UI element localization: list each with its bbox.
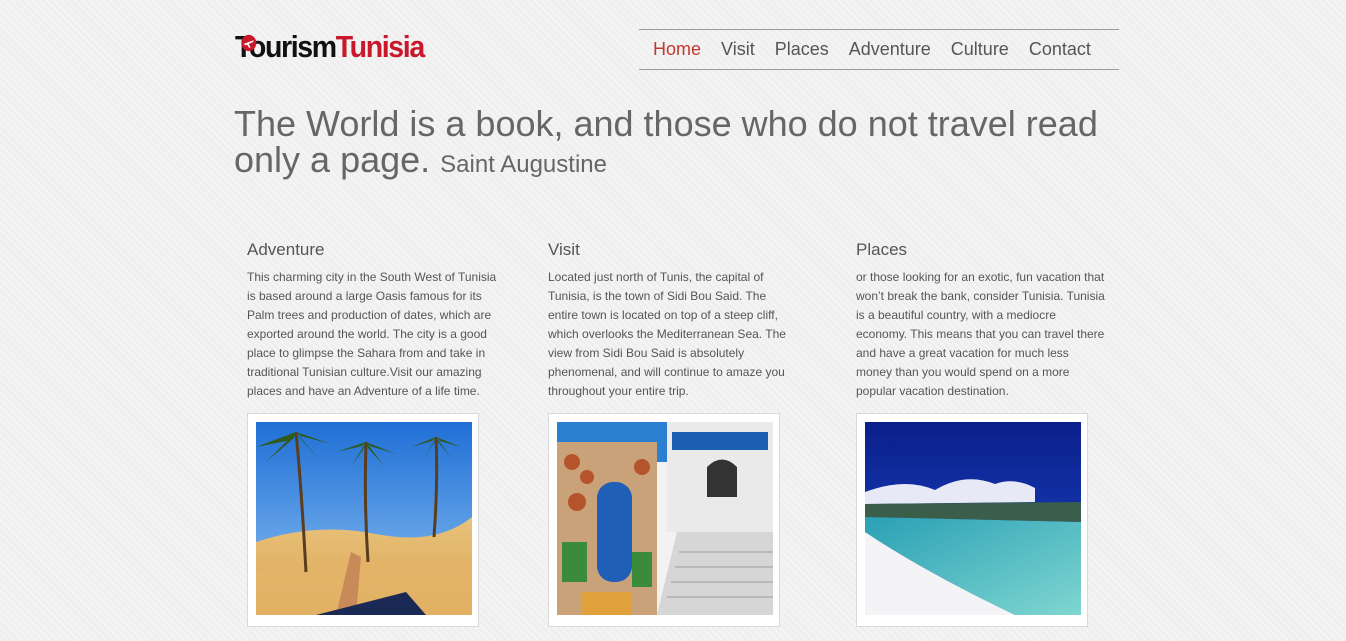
desert-oasis-image bbox=[256, 422, 472, 615]
column-title: Places bbox=[856, 240, 908, 259]
nav-home[interactable]: Home bbox=[653, 39, 701, 60]
adventure-photo-frame[interactable] bbox=[247, 413, 479, 627]
visit-photo-frame[interactable] bbox=[548, 413, 780, 627]
nav-contact[interactable]: Contact bbox=[1029, 39, 1091, 60]
nav-places[interactable]: Places bbox=[775, 39, 829, 60]
beach-image bbox=[865, 422, 1081, 615]
column-places: Places or those looking for an exotic, f… bbox=[856, 240, 1106, 401]
logo-text-tunisia: Tunisia bbox=[335, 29, 425, 64]
column-text: This charming city in the South West of … bbox=[247, 270, 497, 398]
quote-text: The World is a book, and those who do no… bbox=[234, 103, 1098, 180]
nav-adventure[interactable]: Adventure bbox=[849, 39, 931, 60]
column-adventure: Adventure This charming city in the Sout… bbox=[247, 240, 497, 401]
nav-visit[interactable]: Visit bbox=[721, 39, 755, 60]
column-title: Visit bbox=[548, 240, 580, 259]
quote-author: Saint Augustine bbox=[440, 151, 607, 178]
column-text: or those looking for an exotic, fun vaca… bbox=[856, 270, 1105, 398]
hero-quote: The World is a book, and those who do no… bbox=[234, 106, 1134, 183]
site-logo[interactable]: Tourism Tunisia bbox=[235, 26, 425, 64]
places-photo-frame[interactable] bbox=[856, 413, 1088, 627]
column-text: Located just north of Tunis, the capital… bbox=[548, 270, 786, 398]
sidi-bou-said-image bbox=[557, 422, 773, 615]
column-title: Adventure bbox=[247, 240, 325, 259]
column-visit: Visit Located just north of Tunis, the c… bbox=[548, 240, 798, 401]
airplane-icon bbox=[241, 34, 257, 52]
main-nav: Home Visit Places Adventure Culture Cont… bbox=[639, 29, 1119, 70]
nav-culture[interactable]: Culture bbox=[951, 39, 1009, 60]
